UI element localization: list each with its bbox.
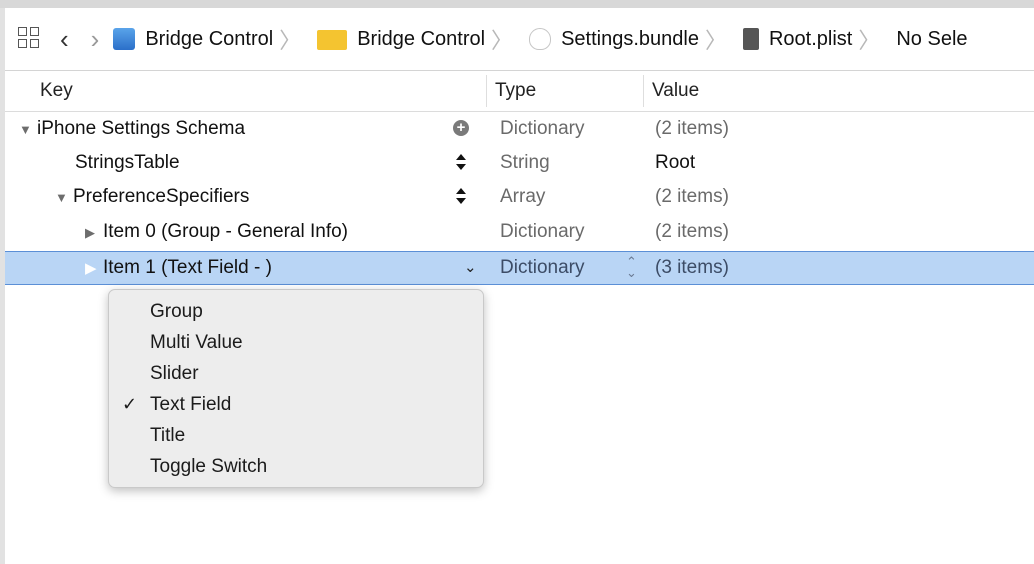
- disclosure-triangle-expanded-icon[interactable]: ▼: [19, 122, 37, 137]
- specifier-type-menu: Group Multi Value Slider ✓ Text Field Ti…: [108, 289, 484, 488]
- breadcrumb-separator: 〉: [279, 28, 302, 53]
- table-row-selected[interactable]: ▶ Item 1 (Text Field - ) ⌄ Dictionary ⌃ ⌄ …: [5, 251, 1034, 285]
- menu-item-multi-value[interactable]: Multi Value: [109, 328, 483, 359]
- row-key: Item 0 (Group - General Info): [103, 221, 348, 242]
- disclosure-triangle-collapsed-icon[interactable]: ▶: [85, 259, 103, 277]
- row-key: StringsTable: [75, 152, 180, 173]
- breadcrumb-separator: 〉: [491, 28, 514, 53]
- disclosure-triangle-collapsed-icon[interactable]: ▶: [85, 225, 103, 241]
- related-items-grid-icon[interactable]: [18, 27, 42, 51]
- window-top-border: [0, 0, 1034, 8]
- column-header-value[interactable]: Value: [652, 80, 699, 102]
- add-item-icon[interactable]: +: [453, 120, 469, 136]
- row-key: iPhone Settings Schema: [37, 118, 246, 139]
- table-header: Key Type Value: [5, 71, 1034, 112]
- row-value: (2 items): [655, 186, 729, 207]
- plist-file-icon: [742, 28, 759, 50]
- row-type[interactable]: Dictionary: [500, 257, 584, 279]
- disclosure-triangle-expanded-icon[interactable]: ▼: [55, 190, 73, 205]
- checkmark-icon: ✓: [122, 394, 138, 414]
- breadcrumb-file[interactable]: Root.plist 〉: [742, 23, 882, 55]
- breadcrumb-group[interactable]: Bridge Control 〉: [317, 23, 515, 55]
- breadcrumb-label: Settings.bundle: [561, 27, 699, 50]
- row-value: (2 items): [655, 221, 729, 242]
- type-stepper-icon[interactable]: [456, 184, 466, 210]
- forward-chevron-icon[interactable]: ›: [91, 26, 100, 52]
- breadcrumb-separator: 〉: [704, 28, 727, 53]
- menu-item-slider[interactable]: Slider: [109, 359, 483, 390]
- table-row[interactable]: ▶ Item 0 (Group - General Info) Dictionar…: [5, 215, 1034, 249]
- row-type[interactable]: Dictionary: [500, 221, 584, 243]
- bundle-icon: [529, 28, 552, 50]
- breadcrumb-selection[interactable]: No Sele: [896, 28, 967, 51]
- row-value: (2 items): [655, 118, 729, 139]
- row-type[interactable]: String: [500, 152, 550, 174]
- breadcrumb-label: Bridge Control: [145, 27, 274, 50]
- folder-icon: [317, 30, 348, 50]
- back-chevron-icon[interactable]: ‹: [60, 26, 69, 52]
- type-stepper-icon[interactable]: [456, 150, 466, 176]
- breadcrumb-bundle[interactable]: Settings.bundle 〉: [529, 23, 729, 55]
- row-type[interactable]: Array: [500, 186, 545, 208]
- row-value[interactable]: Root: [655, 152, 695, 174]
- row-value: (3 items): [655, 257, 729, 278]
- breadcrumb-label: Root.plist: [768, 27, 853, 50]
- breadcrumb-separator: 〉: [858, 28, 881, 53]
- jump-bar: ‹ › Bridge Control 〉 Bridge Control 〉 Se…: [5, 8, 1034, 71]
- app-icon: [113, 28, 136, 50]
- table-row[interactable]: StringsTable String Root: [5, 146, 1034, 180]
- breadcrumb-label: Bridge Control: [357, 27, 486, 50]
- menu-item-title[interactable]: Title: [109, 421, 483, 452]
- menu-item-toggle-switch[interactable]: Toggle Switch: [109, 452, 483, 483]
- column-divider[interactable]: [486, 75, 487, 107]
- breadcrumb-label: No Sele: [896, 27, 968, 50]
- table-row[interactable]: ▼ PreferenceSpecifiers Array (2 items): [5, 180, 1034, 214]
- menu-item-text-field[interactable]: ✓ Text Field: [109, 390, 483, 421]
- column-header-key[interactable]: Key: [40, 80, 73, 102]
- table-row[interactable]: ▼ iPhone Settings Schema + Dictionary (2 …: [5, 112, 1034, 146]
- column-header-type[interactable]: Type: [495, 80, 536, 102]
- menu-item-group[interactable]: Group: [109, 297, 483, 328]
- breadcrumb-project[interactable]: Bridge Control 〉: [113, 23, 303, 55]
- up-down-arrows-icon[interactable]: ⌃ ⌄: [626, 255, 637, 279]
- column-divider[interactable]: [643, 75, 644, 107]
- row-key: PreferenceSpecifiers: [73, 186, 250, 207]
- chevron-down-icon[interactable]: ⌄: [464, 258, 477, 276]
- row-key: Item 1 (Text Field - ): [103, 257, 272, 278]
- row-type[interactable]: Dictionary: [500, 118, 584, 140]
